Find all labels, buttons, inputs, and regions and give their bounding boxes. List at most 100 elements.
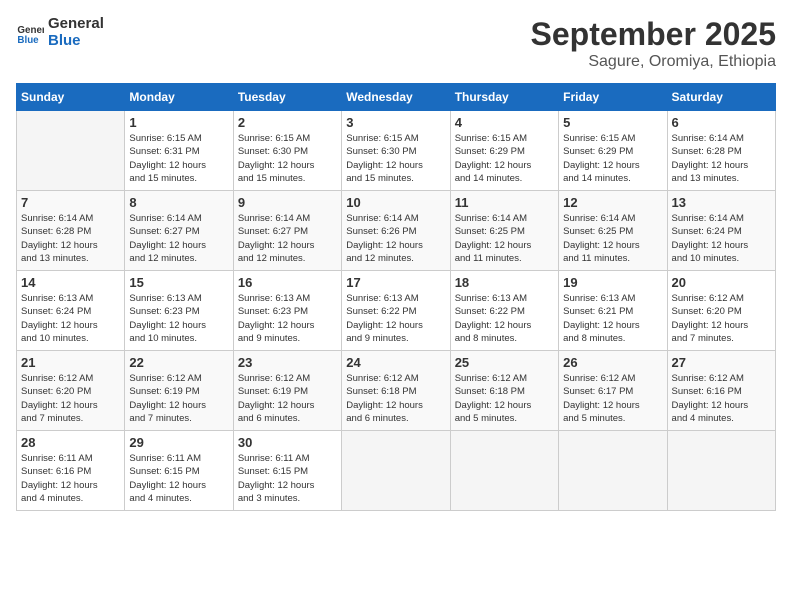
calendar-cell: 29 Sunrise: 6:11 AM Sunset: 6:15 PM Dayli… — [125, 431, 233, 511]
day-info: Sunrise: 6:11 AM Sunset: 6:16 PM Dayligh… — [21, 452, 120, 505]
calendar-week-5: 28Sunrise: 6:11 AM Sunset: 6:16 PM Dayli… — [17, 431, 776, 511]
day-header-thursday: Thursday — [450, 84, 558, 111]
day-info: Sunrise: 6:15 AM Sunset: 6:30 PM Dayligh… — [346, 132, 445, 185]
calendar-cell: 17Sunrise: 6:13 AM Sunset: 6:22 PM Dayli… — [342, 271, 450, 351]
calendar-cell: 30 Sunrise: 6:11 AM Sunset: 6:15 PM Dayli… — [233, 431, 341, 511]
calendar-cell: 10Sunrise: 6:14 AM Sunset: 6:26 PM Dayli… — [342, 191, 450, 271]
calendar-week-3: 14 Sunrise: 6:13 AM Sunset: 6:24 PM Dayli… — [17, 271, 776, 351]
calendar-cell: 23Sunrise: 6:12 AM Sunset: 6:19 PM Dayli… — [233, 351, 341, 431]
day-number: 3 — [346, 115, 445, 130]
day-number: 24 — [346, 355, 445, 370]
day-number: 16 — [238, 275, 337, 290]
day-info: Sunrise: 6:13 AM Sunset: 6:22 PM Dayligh… — [455, 292, 554, 345]
day-number: 2 — [238, 115, 337, 130]
calendar-cell: 13Sunrise: 6:14 AM Sunset: 6:24 PM Dayli… — [667, 191, 775, 271]
calendar-cell: 18 Sunrise: 6:13 AM Sunset: 6:22 PM Dayli… — [450, 271, 558, 351]
logo-blue: Blue — [48, 33, 104, 50]
calendar-week-4: 21 Sunrise: 6:12 AM Sunset: 6:20 PM Dayli… — [17, 351, 776, 431]
calendar-cell: 21 Sunrise: 6:12 AM Sunset: 6:20 PM Dayli… — [17, 351, 125, 431]
day-info: Sunrise: 6:14 AM Sunset: 6:25 PM Dayligh… — [455, 212, 554, 265]
calendar-week-2: 7 Sunrise: 6:14 AM Sunset: 6:28 PM Daylig… — [17, 191, 776, 271]
day-number: 25 — [455, 355, 554, 370]
day-number: 18 — [455, 275, 554, 290]
page-header: General Blue General Blue September 2025… — [16, 16, 776, 71]
day-info: Sunrise: 6:11 AM Sunset: 6:15 PM Dayligh… — [238, 452, 337, 505]
logo-general: General — [48, 16, 104, 33]
calendar-cell — [342, 431, 450, 511]
calendar-cell: 4 Sunrise: 6:15 AM Sunset: 6:29 PM Daylig… — [450, 111, 558, 191]
day-number: 1 — [129, 115, 228, 130]
day-info: Sunrise: 6:14 AM Sunset: 6:25 PM Dayligh… — [563, 212, 662, 265]
calendar-cell: 8Sunrise: 6:14 AM Sunset: 6:27 PM Daylig… — [125, 191, 233, 271]
svg-text:Blue: Blue — [17, 34, 39, 45]
calendar-cell — [667, 431, 775, 511]
calendar-cell: 6 Sunrise: 6:14 AM Sunset: 6:28 PM Daylig… — [667, 111, 775, 191]
day-info: Sunrise: 6:15 AM Sunset: 6:31 PM Dayligh… — [129, 132, 228, 185]
day-info: Sunrise: 6:13 AM Sunset: 6:22 PM Dayligh… — [346, 292, 445, 345]
day-header-saturday: Saturday — [667, 84, 775, 111]
day-number: 4 — [455, 115, 554, 130]
day-info: Sunrise: 6:12 AM Sunset: 6:20 PM Dayligh… — [21, 372, 120, 425]
calendar-cell — [559, 431, 667, 511]
calendar-cell: 2 Sunrise: 6:15 AM Sunset: 6:30 PM Daylig… — [233, 111, 341, 191]
day-info: Sunrise: 6:14 AM Sunset: 6:28 PM Dayligh… — [672, 132, 771, 185]
day-info: Sunrise: 6:12 AM Sunset: 6:19 PM Dayligh… — [129, 372, 228, 425]
day-info: Sunrise: 6:15 AM Sunset: 6:30 PM Dayligh… — [238, 132, 337, 185]
calendar-cell: 26 Sunrise: 6:12 AM Sunset: 6:17 PM Dayli… — [559, 351, 667, 431]
day-header-wednesday: Wednesday — [342, 84, 450, 111]
day-number: 10 — [346, 195, 445, 210]
day-info: Sunrise: 6:12 AM Sunset: 6:18 PM Dayligh… — [346, 372, 445, 425]
day-number: 27 — [672, 355, 771, 370]
calendar-cell: 22 Sunrise: 6:12 AM Sunset: 6:19 PM Dayli… — [125, 351, 233, 431]
day-info: Sunrise: 6:14 AM Sunset: 6:27 PM Dayligh… — [238, 212, 337, 265]
day-number: 15 — [129, 275, 228, 290]
calendar-cell: 7 Sunrise: 6:14 AM Sunset: 6:28 PM Daylig… — [17, 191, 125, 271]
calendar-cell: 12 Sunrise: 6:14 AM Sunset: 6:25 PM Dayli… — [559, 191, 667, 271]
day-info: Sunrise: 6:13 AM Sunset: 6:21 PM Dayligh… — [563, 292, 662, 345]
day-number: 19 — [563, 275, 662, 290]
day-header-tuesday: Tuesday — [233, 84, 341, 111]
calendar-cell — [17, 111, 125, 191]
day-info: Sunrise: 6:11 AM Sunset: 6:15 PM Dayligh… — [129, 452, 228, 505]
title-block: September 2025 Sagure, Oromiya, Ethiopia — [531, 16, 776, 71]
calendar-cell: 1 Sunrise: 6:15 AM Sunset: 6:31 PM Daylig… — [125, 111, 233, 191]
calendar-cell: 25 Sunrise: 6:12 AM Sunset: 6:18 PM Dayli… — [450, 351, 558, 431]
calendar-cell: 3 Sunrise: 6:15 AM Sunset: 6:30 PM Daylig… — [342, 111, 450, 191]
calendar-table: SundayMondayTuesdayWednesdayThursdayFrid… — [16, 83, 776, 511]
calendar-week-1: 1 Sunrise: 6:15 AM Sunset: 6:31 PM Daylig… — [17, 111, 776, 191]
day-number: 30 — [238, 435, 337, 450]
day-info: Sunrise: 6:13 AM Sunset: 6:23 PM Dayligh… — [238, 292, 337, 345]
calendar-cell: 11 Sunrise: 6:14 AM Sunset: 6:25 PM Dayli… — [450, 191, 558, 271]
day-number: 22 — [129, 355, 228, 370]
calendar-cell: 9 Sunrise: 6:14 AM Sunset: 6:27 PM Daylig… — [233, 191, 341, 271]
calendar-cell: 27Sunrise: 6:12 AM Sunset: 6:16 PM Dayli… — [667, 351, 775, 431]
day-number: 6 — [672, 115, 771, 130]
day-number: 7 — [21, 195, 120, 210]
location-subtitle: Sagure, Oromiya, Ethiopia — [531, 53, 776, 71]
day-number: 21 — [21, 355, 120, 370]
day-header-friday: Friday — [559, 84, 667, 111]
day-number: 14 — [21, 275, 120, 290]
day-info: Sunrise: 6:15 AM Sunset: 6:29 PM Dayligh… — [455, 132, 554, 185]
day-number: 20 — [672, 275, 771, 290]
calendar-cell: 16 Sunrise: 6:13 AM Sunset: 6:23 PM Dayli… — [233, 271, 341, 351]
day-info: Sunrise: 6:12 AM Sunset: 6:18 PM Dayligh… — [455, 372, 554, 425]
day-number: 11 — [455, 195, 554, 210]
month-title: September 2025 — [531, 16, 776, 53]
day-info: Sunrise: 6:12 AM Sunset: 6:17 PM Dayligh… — [563, 372, 662, 425]
day-number: 12 — [563, 195, 662, 210]
day-number: 23 — [238, 355, 337, 370]
day-number: 29 — [129, 435, 228, 450]
calendar-cell: 14 Sunrise: 6:13 AM Sunset: 6:24 PM Dayli… — [17, 271, 125, 351]
day-header-sunday: Sunday — [17, 84, 125, 111]
day-info: Sunrise: 6:14 AM Sunset: 6:28 PM Dayligh… — [21, 212, 120, 265]
day-number: 26 — [563, 355, 662, 370]
calendar-cell: 28Sunrise: 6:11 AM Sunset: 6:16 PM Dayli… — [17, 431, 125, 511]
calendar-cell: 20Sunrise: 6:12 AM Sunset: 6:20 PM Dayli… — [667, 271, 775, 351]
day-number: 9 — [238, 195, 337, 210]
calendar-cell: 19 Sunrise: 6:13 AM Sunset: 6:21 PM Dayli… — [559, 271, 667, 351]
calendar-cell: 24 Sunrise: 6:12 AM Sunset: 6:18 PM Dayli… — [342, 351, 450, 431]
logo: General Blue General Blue — [16, 16, 104, 49]
day-info: Sunrise: 6:13 AM Sunset: 6:24 PM Dayligh… — [21, 292, 120, 345]
day-number: 8 — [129, 195, 228, 210]
